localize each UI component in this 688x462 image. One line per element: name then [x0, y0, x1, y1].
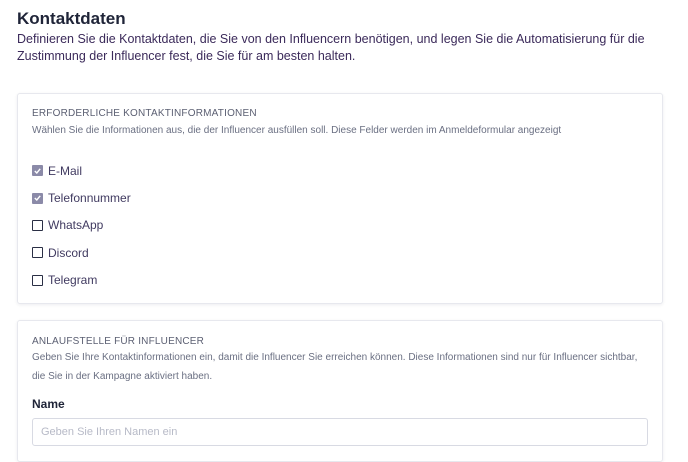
option-label: Telefonnummer	[48, 191, 131, 206]
card-subtitle: Wählen Sie die Informationen aus, die de…	[32, 125, 562, 136]
page-description: Definieren Sie die Kontaktdaten, die Sie…	[17, 32, 645, 63]
checkbox-discord[interactable]	[32, 247, 43, 259]
option-phone[interactable]: Telefonnummer	[32, 184, 131, 211]
contact-settings-page: Kontaktdaten Definieren Sie die Kontaktd…	[0, 0, 688, 462]
option-email[interactable]: E-Mail	[32, 157, 131, 184]
card-title: ERFORDERLICHE KONTAKTINFORMATIONEN	[32, 108, 257, 119]
checkbox-email[interactable]	[32, 165, 43, 177]
checkbox-whatsapp[interactable]	[32, 219, 43, 231]
contact-options-list: E-Mail Telefonnummer WhatsApp Discord Te…	[32, 157, 131, 294]
option-label: Discord	[48, 245, 89, 260]
page-header: Kontaktdaten Definieren Sie die Kontaktd…	[17, 8, 667, 65]
option-telegram[interactable]: Telegram	[32, 267, 131, 294]
option-label: WhatsApp	[48, 218, 104, 233]
name-input[interactable]	[32, 418, 648, 446]
required-contact-info-card: ERFORDERLICHE KONTAKTINFORMATIONEN Wähle…	[17, 93, 663, 304]
checkbox-phone[interactable]	[32, 192, 43, 204]
card-subtitle: Geben Sie Ihre Kontaktinformationen ein,…	[32, 352, 638, 382]
option-discord[interactable]: Discord	[32, 239, 131, 266]
checkbox-telegram[interactable]	[32, 274, 43, 286]
page-title: Kontaktdaten	[17, 9, 126, 28]
option-whatsapp[interactable]: WhatsApp	[32, 212, 131, 239]
option-label: E-Mail	[48, 163, 83, 178]
name-field-label: Name	[32, 397, 65, 411]
contact-person-card: ANLAUFSTELLE FÜR INFLUENCER Geben Sie Ih…	[17, 320, 663, 462]
card-title: ANLAUFSTELLE FÜR INFLUENCER	[32, 336, 205, 347]
option-label: Telegram	[48, 273, 98, 288]
